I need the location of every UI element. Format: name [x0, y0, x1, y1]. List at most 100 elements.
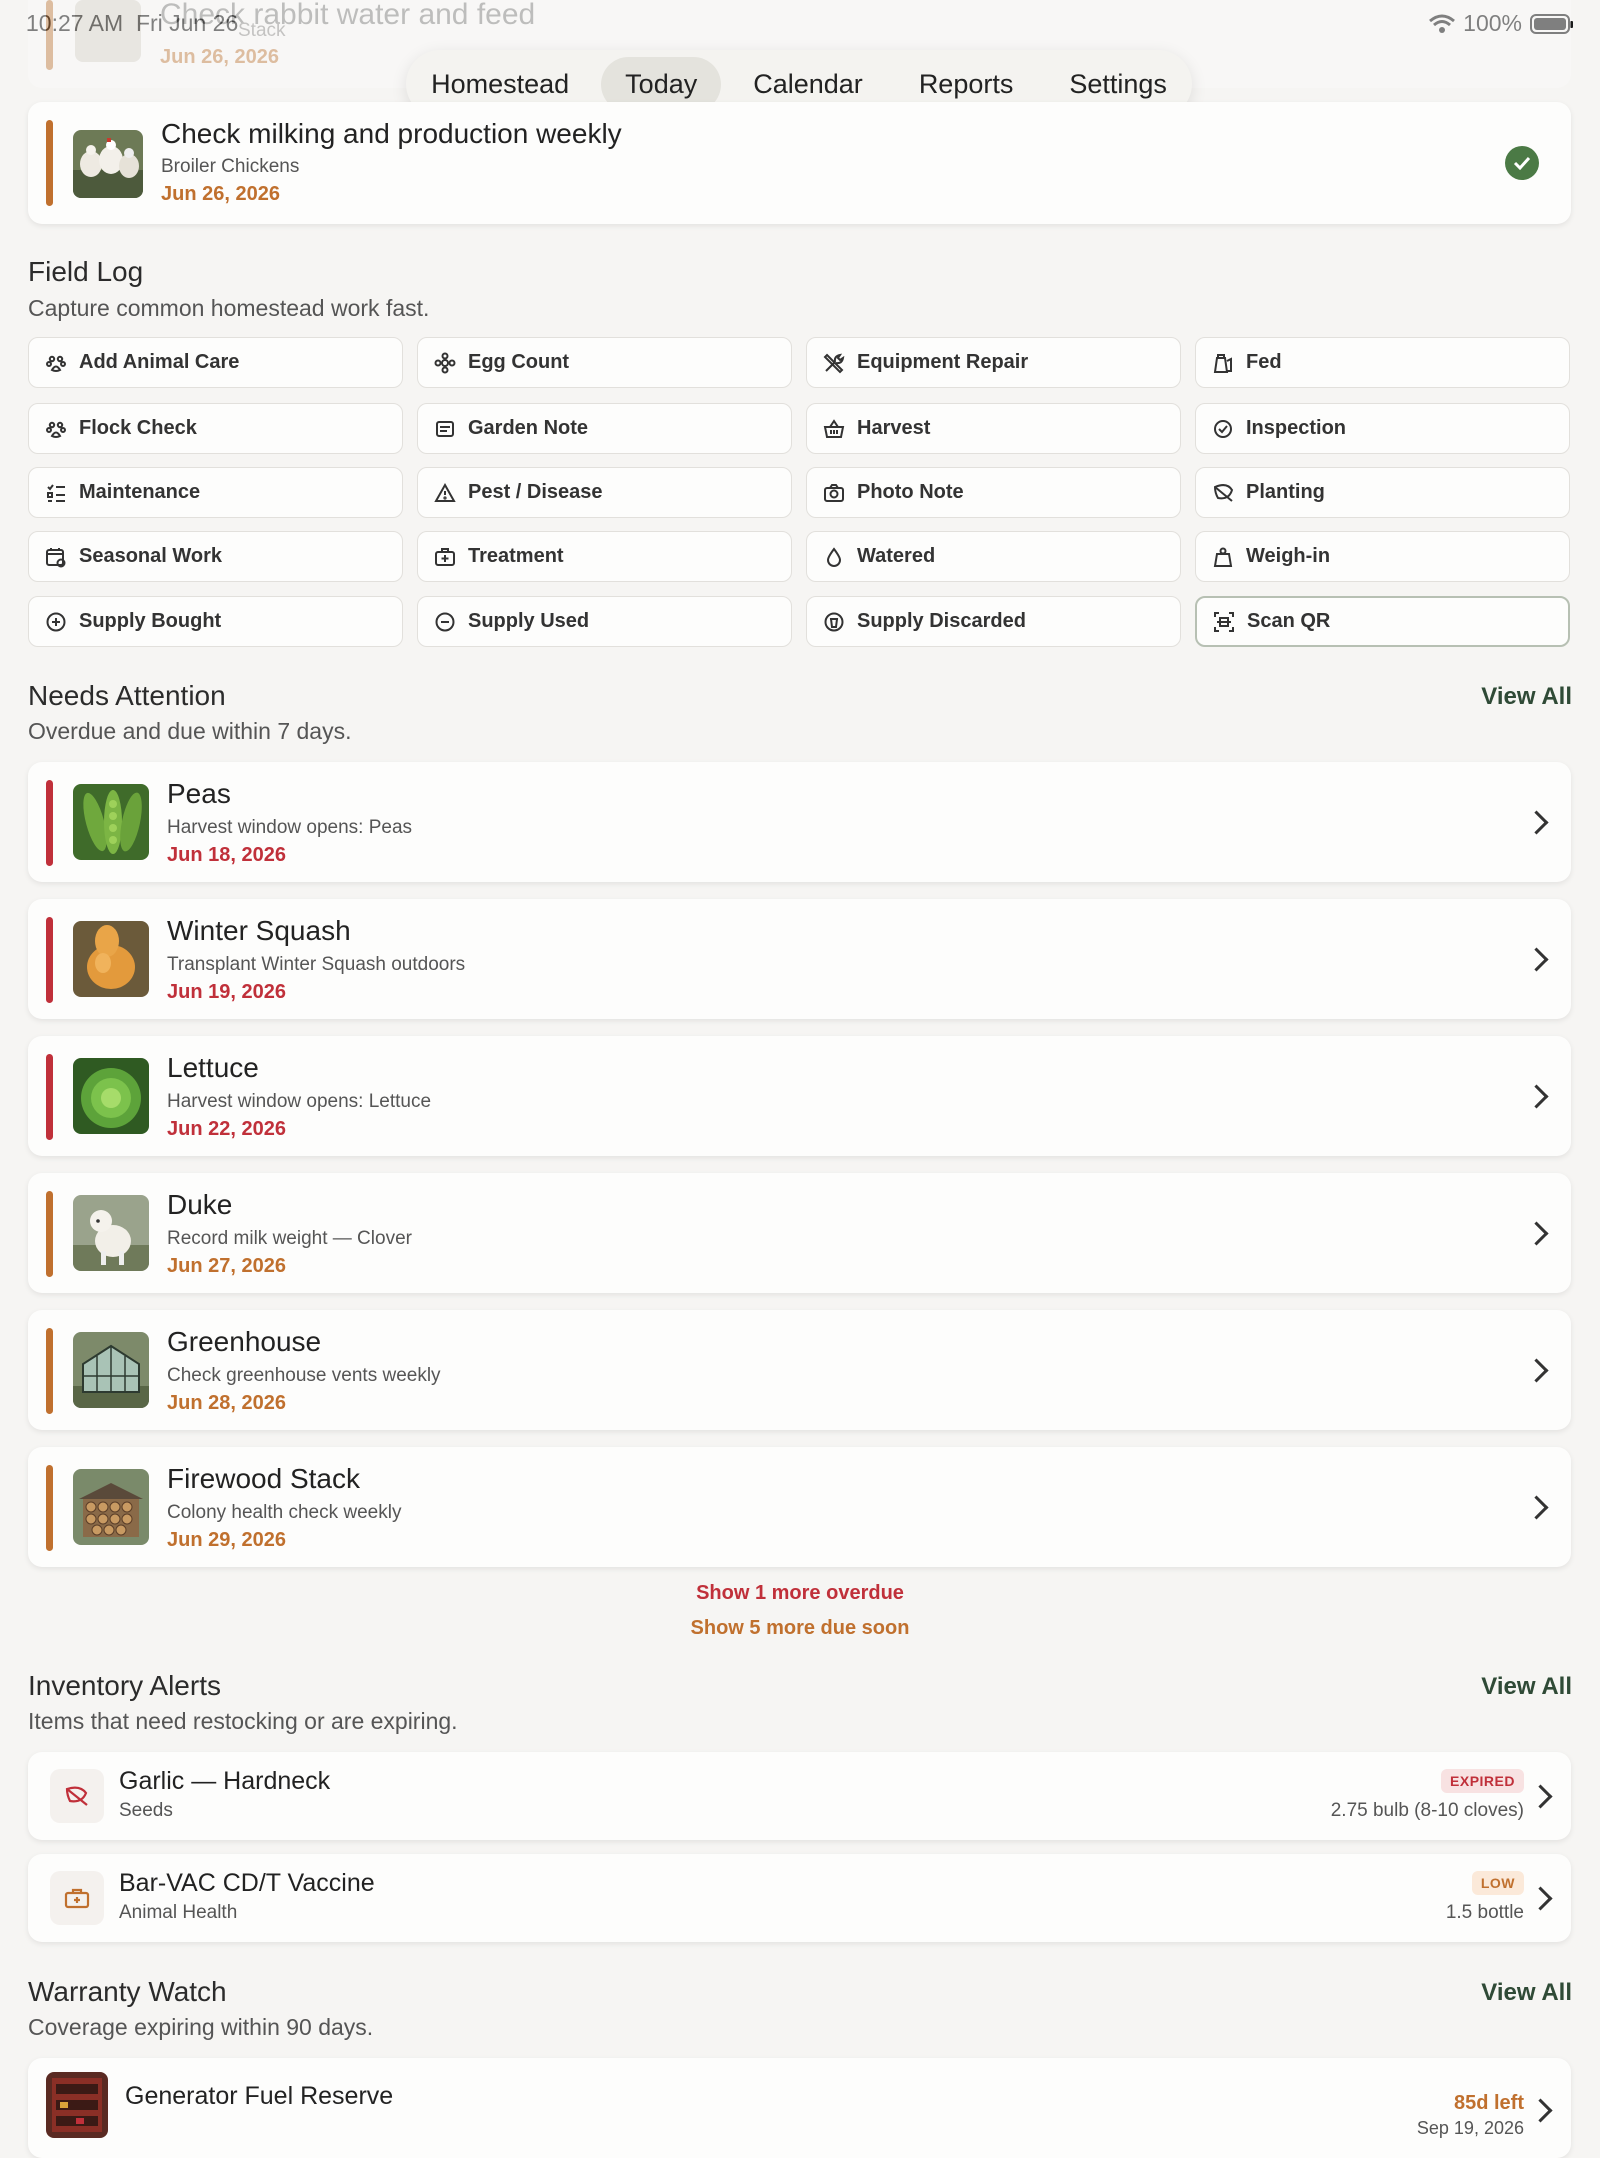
inventory-quantity: 2.75 bulb (8-10 cloves): [1330, 1800, 1524, 1821]
field-log-supply-discarded-button[interactable]: Supply Discarded: [806, 596, 1181, 647]
chevron-right-icon: [1524, 947, 1549, 972]
status-accent: [46, 1465, 53, 1551]
field-log-treatment-button[interactable]: Treatment: [417, 531, 792, 582]
card-accent: [46, 120, 53, 206]
field-log-supply-bought-button[interactable]: Supply Bought: [28, 596, 403, 647]
chevron-right-icon: [1528, 2098, 1553, 2123]
status-accent: [46, 917, 53, 1003]
field-log-egg-count-button[interactable]: Egg Count: [417, 337, 792, 388]
field-log-button-label: Flock Check: [79, 417, 197, 439]
field-log-button-label: Supply Bought: [79, 610, 222, 632]
field-log-scan-qr-button[interactable]: Scan QR: [1195, 596, 1570, 647]
field-log-button-label: Planting: [1246, 481, 1325, 503]
inventory-item[interactable]: Garlic — Hardneck Seeds EXPIRED 2.75 bul…: [28, 1752, 1571, 1840]
field-log-button-label: Weigh-in: [1246, 545, 1331, 567]
attention-item[interactable]: Lettuce Harvest window opens: Lettuce Jun …: [28, 1036, 1571, 1156]
plus-circle-icon: [45, 611, 67, 633]
needs-attention-subtitle: Overdue and due within 7 days.: [28, 718, 352, 744]
qr-scan-icon: [1213, 611, 1235, 633]
attention-item-title: Lettuce: [167, 1052, 259, 1083]
note-icon: [434, 418, 456, 440]
field-log-equipment-repair-button[interactable]: Equipment Repair: [806, 337, 1181, 388]
field-log-harvest-button[interactable]: Harvest: [806, 403, 1181, 454]
firewood-thumbnail: [73, 1469, 149, 1545]
peas-thumbnail: [73, 784, 149, 860]
egg-flower-icon: [434, 352, 456, 374]
field-log-button-label: Maintenance: [79, 481, 201, 503]
show-more-overdue-link[interactable]: Show 1 more overdue: [0, 1582, 1600, 1605]
field-log-button-label: Treatment: [468, 545, 564, 567]
field-log-seasonal-work-button[interactable]: Seasonal Work: [28, 531, 403, 582]
chevron-right-icon: [1528, 1784, 1553, 1809]
attention-item-date: Jun 29, 2026: [167, 1529, 286, 1551]
inventory-alerts-subtitle: Items that need restocking or are expiri…: [28, 1708, 458, 1734]
camera-icon: [823, 482, 845, 504]
field-log-photo-note-button[interactable]: Photo Note: [806, 467, 1181, 518]
attention-item[interactable]: Duke Record milk weight — Clover Jun 27, 2…: [28, 1173, 1571, 1293]
warranty-item-title: Generator Fuel Reserve: [125, 2082, 394, 2110]
field-log-title: Field Log: [28, 256, 144, 287]
tools-icon: [823, 352, 845, 374]
field-log-button-label: Pest / Disease: [468, 481, 603, 503]
field-log-button-label: Harvest: [857, 417, 931, 439]
inventory-item-title: Bar-VAC CD/T Vaccine: [119, 1869, 375, 1897]
attention-item-date: Jun 27, 2026: [167, 1255, 286, 1277]
warranty-remaining: 85d left: [1453, 2092, 1524, 2114]
field-log-button-label: Equipment Repair: [857, 351, 1029, 373]
inventory-quantity: 1.5 bottle: [1445, 1902, 1524, 1923]
attention-item-date: Jun 22, 2026: [167, 1118, 286, 1140]
calendar-icon: [45, 546, 67, 568]
attention-item[interactable]: Winter Squash Transplant Winter Squash ou…: [28, 899, 1571, 1019]
field-log-button-label: Garden Note: [468, 417, 589, 439]
inventory-item[interactable]: Bar-VAC CD/T Vaccine Animal Health LOW 1…: [28, 1854, 1571, 1942]
attention-item-title: Greenhouse: [167, 1326, 322, 1357]
warning-icon: [434, 482, 456, 504]
checklist-icon: [45, 482, 67, 504]
warranty-view-all[interactable]: View All: [1481, 1979, 1572, 2007]
field-log-garden-note-button[interactable]: Garden Note: [417, 403, 792, 454]
field-log-button-label: Egg Count: [468, 351, 570, 373]
chevron-right-icon: [1528, 1886, 1553, 1911]
needs-attention-title: Needs Attention: [28, 680, 226, 711]
field-log-pest-disease-button[interactable]: Pest / Disease: [417, 467, 792, 518]
badge-check-icon: [1212, 418, 1234, 440]
needs-attention-view-all[interactable]: View All: [1481, 683, 1572, 711]
warranty-watch-title: Warranty Watch: [28, 1976, 227, 2007]
field-log-inspection-button[interactable]: Inspection: [1195, 403, 1570, 454]
field-log-button-label: Scan QR: [1247, 610, 1331, 632]
inventory-item-category: Animal Health: [119, 1902, 238, 1923]
greenhouse-thumbnail: [73, 1332, 149, 1408]
completed-check-icon[interactable]: [1505, 146, 1539, 180]
attention-item-subtitle: Harvest window opens: Lettuce: [167, 1091, 432, 1112]
attention-item-date: Jun 28, 2026: [167, 1392, 286, 1414]
warranty-item[interactable]: Generator Fuel Reserve 85d left Sep 19, …: [28, 2058, 1571, 2158]
medkit-icon: [434, 546, 456, 568]
field-log-maintenance-button[interactable]: Maintenance: [28, 467, 403, 518]
field-log-fed-button[interactable]: Fed: [1195, 337, 1570, 388]
dog-thumbnail: [73, 1195, 149, 1271]
field-log-supply-used-button[interactable]: Supply Used: [417, 596, 792, 647]
attention-item[interactable]: Greenhouse Check greenhouse vents weekly J…: [28, 1310, 1571, 1430]
task-date: Jun 26, 2026: [161, 183, 280, 205]
attention-item-subtitle: Record milk weight — Clover: [167, 1228, 412, 1249]
attention-item[interactable]: Firewood Stack Colony health check weekly…: [28, 1447, 1571, 1567]
field-log-button-label: Add Animal Care: [79, 351, 240, 373]
field-log-flock-check-button[interactable]: Flock Check: [28, 403, 403, 454]
chevron-right-icon: [1524, 810, 1549, 835]
field-log-add-animal-care-button[interactable]: Add Animal Care: [28, 337, 403, 388]
field-log-button-label: Photo Note: [857, 481, 964, 503]
inventory-view-all[interactable]: View All: [1481, 1673, 1572, 1701]
show-more-due-soon-link[interactable]: Show 5 more due soon: [0, 1617, 1600, 1640]
basket-icon: [823, 418, 845, 440]
chickens-thumbnail: [73, 130, 143, 198]
chevron-right-icon: [1524, 1084, 1549, 1109]
paw-icon: [45, 418, 67, 440]
minus-circle-icon: [434, 611, 456, 633]
attention-item[interactable]: Peas Harvest window opens: Peas Jun 18, 20…: [28, 762, 1571, 882]
field-log-weigh-in-button[interactable]: Weigh-in: [1195, 531, 1570, 582]
task-card[interactable]: Check milking and production weekly Broi…: [28, 102, 1571, 224]
field-log-watered-button[interactable]: Watered: [806, 531, 1181, 582]
warranty-watch-subtitle: Coverage expiring within 90 days.: [28, 2014, 374, 2040]
attention-item-title: Firewood Stack: [167, 1463, 360, 1494]
field-log-planting-button[interactable]: Planting: [1195, 467, 1570, 518]
